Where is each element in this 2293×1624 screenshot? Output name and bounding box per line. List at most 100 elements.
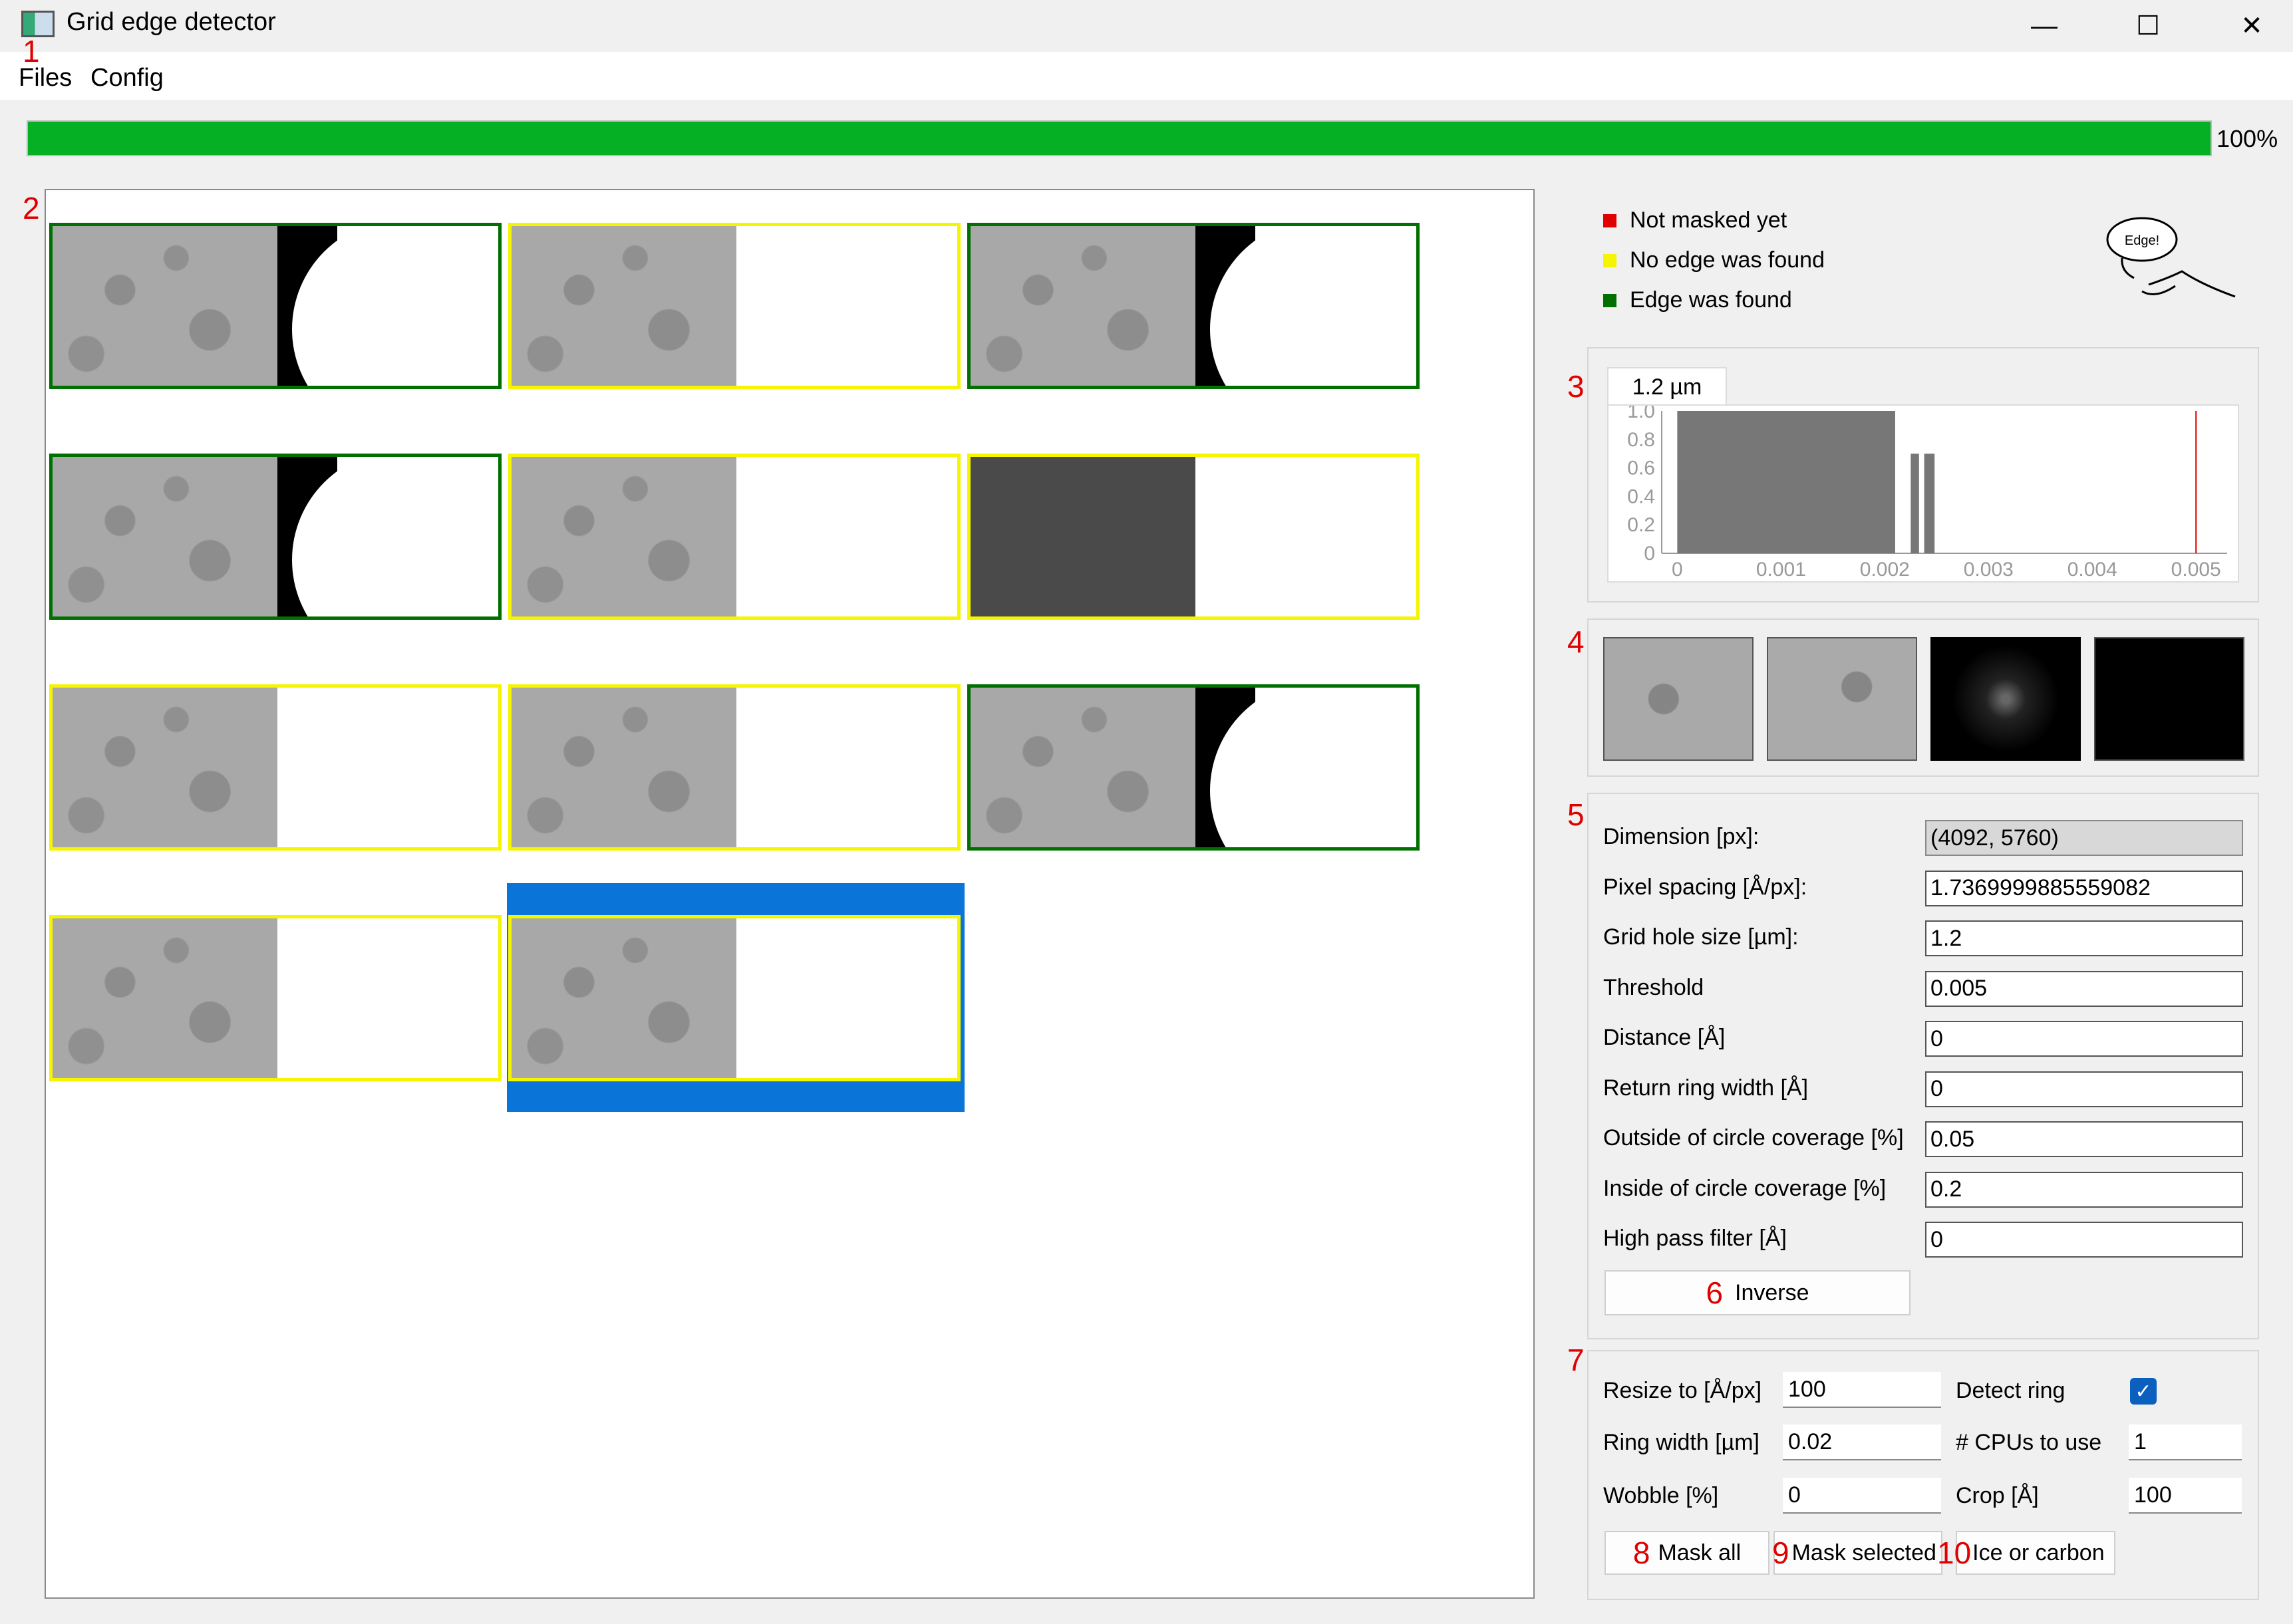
thumbnail-mask <box>736 918 957 1078</box>
ring-width-input[interactable]: 0.02 <box>1783 1424 1941 1460</box>
param-input[interactable]: 0 <box>1925 1222 2243 1258</box>
legend-not-masked: Not masked yet <box>1630 207 1787 233</box>
x-tick-label: 0.005 <box>2171 559 2221 581</box>
thumbnail[interactable] <box>967 454 1420 620</box>
thumbnail[interactable] <box>508 454 961 620</box>
thumbnail-image <box>53 226 277 386</box>
ring-width-label: Ring width [µm] <box>1603 1430 1759 1455</box>
callout-7: 7 <box>1567 1343 1585 1377</box>
cpus-input[interactable]: 1 <box>2129 1424 2242 1460</box>
callout-2: 2 <box>23 191 40 225</box>
thumbnail-mask <box>736 457 957 616</box>
y-tick-label: 0.8 <box>1627 429 1655 451</box>
preview-filtered <box>1767 637 1917 761</box>
histogram-bar <box>1924 454 1935 553</box>
title-bar: Grid edge detector — ☐ ✕ <box>0 0 2293 52</box>
param-input[interactable]: 1.7369999885559082 <box>1925 870 2243 906</box>
x-tick-label: 0.003 <box>1964 559 2014 581</box>
menu-bar <box>0 52 2293 100</box>
y-tick-label: 0.2 <box>1627 514 1655 536</box>
thumbnail[interactable] <box>967 223 1420 389</box>
crop-label: Crop [Å] <box>1956 1483 2039 1508</box>
histogram-bar <box>1911 454 1919 553</box>
callout-4: 4 <box>1567 624 1585 659</box>
legend-edge-found: Edge was found <box>1630 287 1792 313</box>
param-input[interactable]: 0 <box>1925 1021 2243 1057</box>
close-button[interactable]: ✕ <box>2202 0 2293 52</box>
edge-logo-icon: Edge! <box>2106 217 2236 298</box>
thumbnail-image <box>53 688 277 847</box>
thumbnail-image <box>971 226 1195 386</box>
thumbnail-image <box>971 457 1195 616</box>
thumbnail-mask <box>277 226 498 386</box>
param-label: Distance [Å] <box>1603 1025 1726 1050</box>
thumbnail-mask <box>1195 457 1416 616</box>
param-input[interactable]: 0.2 <box>1925 1171 2243 1208</box>
progress-fill <box>28 122 2211 155</box>
logo-text: Edge! <box>2125 233 2159 248</box>
mask-selected-label: Mask selected <box>1791 1540 1936 1565</box>
param-label: Dimension [px]: <box>1603 824 1759 849</box>
minimize-icon: — <box>2031 11 2058 41</box>
check-icon: ✓ <box>2135 1380 2152 1403</box>
mask-selected-button[interactable]: 9 Mask selected <box>1772 1531 1942 1575</box>
maximize-icon: ☐ <box>2136 11 2160 41</box>
detect-ring-label: Detect ring <box>1956 1378 2065 1403</box>
preview-edges <box>1930 637 2081 761</box>
histogram-bar <box>1677 411 1895 553</box>
thumbnail[interactable] <box>967 684 1420 851</box>
minimize-button[interactable]: — <box>1994 0 2094 52</box>
ice-or-carbon-label: Ice or carbon <box>1972 1540 2105 1565</box>
preview-original <box>1603 637 1754 761</box>
thumbnail[interactable] <box>508 915 961 1081</box>
menu-config[interactable]: Config <box>90 64 164 92</box>
wobble-label: Wobble [%] <box>1603 1483 1719 1508</box>
thumbnail[interactable] <box>49 223 502 389</box>
close-icon: ✕ <box>2240 11 2263 41</box>
wobble-input[interactable]: 0 <box>1783 1478 1941 1514</box>
thumbnail[interactable] <box>508 684 961 851</box>
param-input[interactable]: 0.05 <box>1925 1121 2243 1157</box>
callout-5: 5 <box>1567 797 1585 832</box>
thumbnail-mask <box>277 688 498 847</box>
mask-all-button[interactable]: 8 Mask all <box>1605 1531 1769 1575</box>
callout-6: 6 <box>1706 1276 1724 1310</box>
thumbnail-mask <box>277 457 498 616</box>
histogram-svg: 0 0.2 0.4 0.6 0.8 1.0 0 0.001 0.002 0.003 0.004 0.0… <box>1627 406 2227 581</box>
legend-yellow-swatch <box>1603 254 1616 267</box>
thumbnail-mask <box>1195 688 1416 847</box>
param-input[interactable]: 0 <box>1925 1071 2243 1107</box>
thumbnail[interactable] <box>508 223 961 389</box>
detect-ring-checkbox[interactable]: ✓ <box>2130 1378 2157 1405</box>
x-tick-label: 0.004 <box>2067 559 2117 581</box>
param-label: High pass filter [Å] <box>1603 1226 1787 1251</box>
callout-1: 1 <box>23 34 40 68</box>
thumbnail-image <box>53 457 277 616</box>
thumbnail[interactable] <box>49 684 502 851</box>
progress-text: 100% <box>2217 125 2278 152</box>
thumbnail-image <box>512 226 736 386</box>
param-label: Outside of circle coverage [%] <box>1603 1125 1904 1150</box>
maximize-button[interactable]: ☐ <box>2098 0 2198 52</box>
inverse-button[interactable]: 6 Inverse <box>1605 1270 1911 1315</box>
thumbnail[interactable] <box>49 915 502 1081</box>
y-tick-label: 0.4 <box>1627 485 1655 507</box>
ice-or-carbon-button[interactable]: 10 Ice or carbon <box>1937 1531 2115 1575</box>
x-tick-label: 0 <box>1672 559 1683 581</box>
crop-input[interactable]: 100 <box>2129 1478 2242 1514</box>
callout-8: 8 <box>1632 1536 1650 1570</box>
callout-9: 9 <box>1772 1536 1789 1570</box>
callout-10: 10 <box>1937 1536 1972 1570</box>
thumbnail-image <box>512 918 736 1078</box>
cpus-label: # CPUs to use <box>1956 1430 2102 1455</box>
thumbnail-image <box>53 918 277 1078</box>
param-input[interactable]: 0.005 <box>1925 970 2243 1007</box>
legend-no-edge: No edge was found <box>1630 247 1825 273</box>
resize-input[interactable]: 100 <box>1783 1372 1941 1408</box>
param-label: Return ring width [Å] <box>1603 1075 1809 1101</box>
param-input[interactable]: 1.2 <box>1925 920 2243 956</box>
tab-histogram[interactable]: 1.2 µm <box>1607 367 1727 406</box>
histogram-plot: 0 0.2 0.4 0.6 0.8 1.0 0 0.001 0.002 0.003 0.004 0.0… <box>1607 404 2239 583</box>
thumbnail-image <box>512 457 736 616</box>
thumbnail[interactable] <box>49 454 502 620</box>
